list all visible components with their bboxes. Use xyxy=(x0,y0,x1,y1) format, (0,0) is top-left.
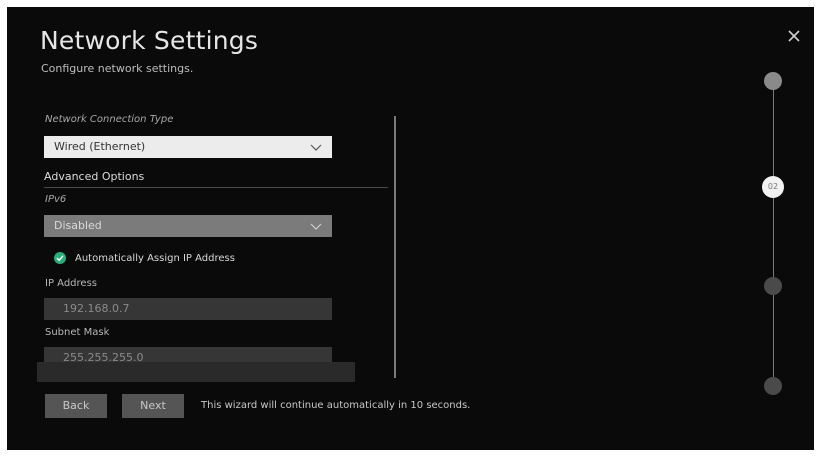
section-divider xyxy=(44,187,388,188)
page-subtitle: Configure network settings. xyxy=(41,62,194,75)
scroll-fade-overlay xyxy=(37,362,355,382)
auto-assign-ip-checkbox[interactable]: Automatically Assign IP Address xyxy=(54,251,235,265)
advanced-options-header: Advanced Options xyxy=(44,170,145,183)
check-circle-icon xyxy=(54,252,66,264)
back-button[interactable]: Back xyxy=(45,394,107,418)
ip-address-label: IP Address xyxy=(45,278,97,289)
chevron-down-icon xyxy=(310,223,322,230)
ipv6-label: IPv6 xyxy=(45,194,67,205)
subnet-mask-label: Subnet Mask xyxy=(45,327,110,338)
close-glyph xyxy=(788,30,800,42)
network-settings-screen: Network Settings Configure network setti… xyxy=(7,7,814,450)
ipv6-select[interactable]: Disabled xyxy=(44,215,332,237)
ip-address-value: 192.168.0.7 xyxy=(63,302,130,315)
ipv6-value: Disabled xyxy=(54,219,102,232)
page-title: Network Settings xyxy=(40,26,259,55)
close-icon[interactable] xyxy=(785,28,803,46)
step-3-dot xyxy=(764,277,782,295)
ip-address-field[interactable]: 192.168.0.7 xyxy=(44,298,332,320)
auto-continue-message: This wizard will continue automatically … xyxy=(201,400,471,411)
auto-assign-ip-label: Automatically Assign IP Address xyxy=(75,252,235,264)
connection-type-select[interactable]: Wired (Ethernet) xyxy=(44,136,332,158)
step-current-badge: 02 xyxy=(762,176,784,198)
step-1-dot xyxy=(764,72,782,90)
connection-type-value: Wired (Ethernet) xyxy=(54,140,146,153)
stepper-track xyxy=(773,81,774,386)
form-scrollbar[interactable] xyxy=(394,116,396,378)
next-button[interactable]: Next xyxy=(122,394,184,418)
chevron-down-icon xyxy=(310,144,322,151)
connection-type-label: Network Connection Type xyxy=(45,114,174,125)
checkmark-glyph xyxy=(56,255,64,262)
step-4-dot xyxy=(764,377,782,395)
